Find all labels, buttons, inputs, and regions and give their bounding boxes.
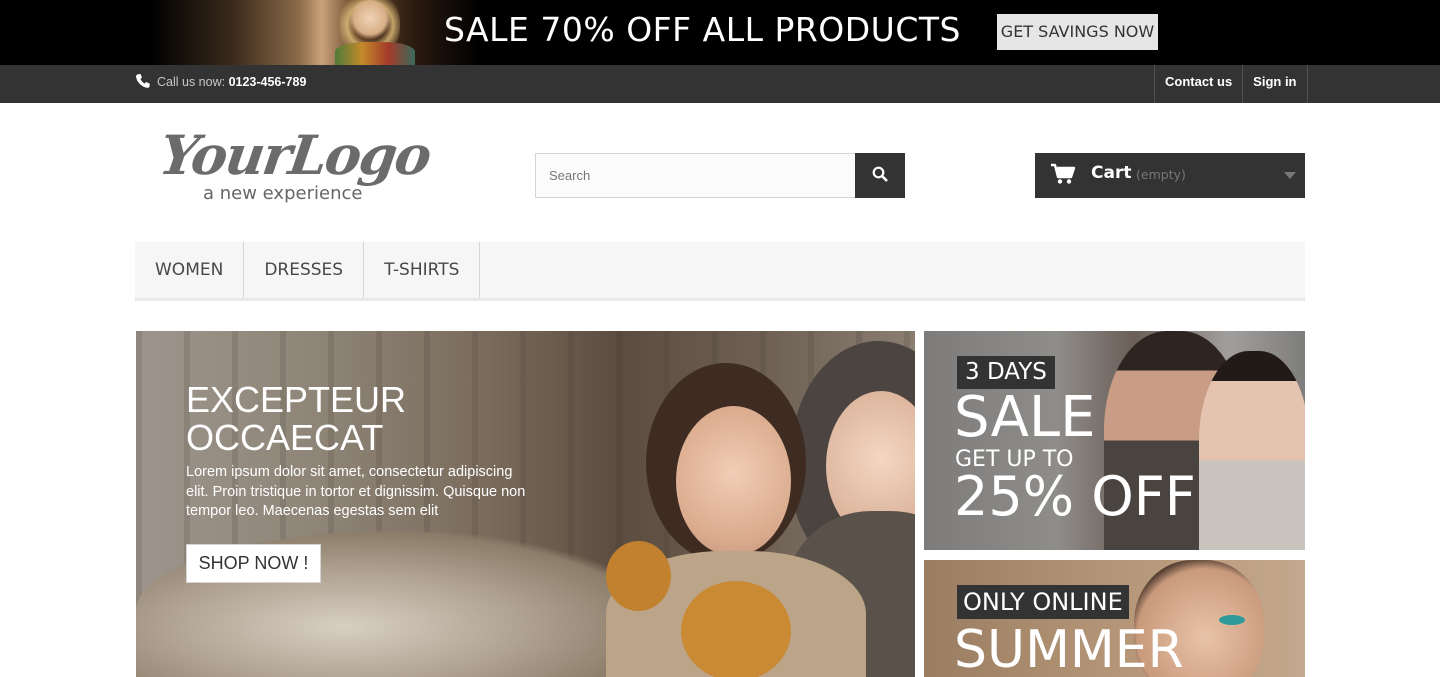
phone-number: 0123-456-789 — [228, 74, 307, 89]
contact-us-link[interactable]: Contact us — [1154, 65, 1242, 103]
sign-in-link[interactable]: Sign in — [1242, 65, 1306, 103]
promo-banner[interactable]: SALE 70% OFF ALL PRODUCTS GET SAVINGS NO… — [0, 0, 1440, 65]
menu-item-women[interactable]: WOMEN — [135, 242, 245, 298]
cart-status: (empty) — [1136, 167, 1186, 182]
cart-label: Cart — [1091, 163, 1132, 183]
cart-button[interactable]: Cart (empty) — [1035, 153, 1305, 198]
menu-item-tshirts[interactable]: T-SHIRTS — [364, 242, 481, 298]
cart-icon — [1050, 163, 1076, 190]
summer-banner[interactable]: ONLY ONLINE SUMMER — [924, 560, 1305, 677]
top-nav: Call us now: 0123-456-789 Contact us Sig… — [0, 65, 1440, 103]
shop-now-button[interactable]: SHOP NOW ! — [186, 544, 321, 583]
banner-headline: SALE — [954, 385, 1096, 450]
slide-title: EXCEPTEUR OCCAECAT — [186, 379, 407, 458]
search-input[interactable] — [535, 153, 856, 198]
menu-item-dresses[interactable]: DRESSES — [244, 242, 365, 298]
phone-icon — [135, 73, 151, 92]
search-form — [535, 153, 905, 198]
search-icon — [872, 166, 888, 185]
logo-tagline: a new experience — [203, 183, 363, 204]
caret-down-icon — [1284, 172, 1296, 179]
promo-headline: SALE 70% OFF ALL PRODUCTS — [444, 10, 961, 49]
banner-tag: ONLY ONLINE — [957, 585, 1129, 619]
main-menu: WOMEN DRESSES T-SHIRTS — [135, 242, 1305, 301]
top-links: Contact us Sign in — [1154, 65, 1308, 103]
slide-text: Lorem ipsum dolor sit amet, consectetur … — [186, 464, 526, 519]
site-logo[interactable]: YourLogo a new experience — [156, 123, 450, 209]
slider-model-image — [676, 406, 791, 556]
search-button[interactable] — [855, 153, 905, 198]
banner-headline: SUMMER — [954, 620, 1184, 677]
sale-banner[interactable]: 3 DAYS SALE GET UP TO 25% OFF — [924, 331, 1305, 550]
homepage-slider[interactable]: EXCEPTEUR OCCAECAT Lorem ipsum dolor sit… — [136, 331, 915, 677]
promo-banner-image — [150, 0, 480, 65]
phone-label: Call us now: — [157, 74, 229, 89]
banner-discount: 25% OFF — [954, 465, 1196, 528]
get-savings-button[interactable]: GET SAVINGS NOW — [997, 14, 1158, 50]
logo-script: YourLogo — [155, 123, 434, 187]
phone-contact: Call us now: 0123-456-789 — [135, 73, 306, 92]
